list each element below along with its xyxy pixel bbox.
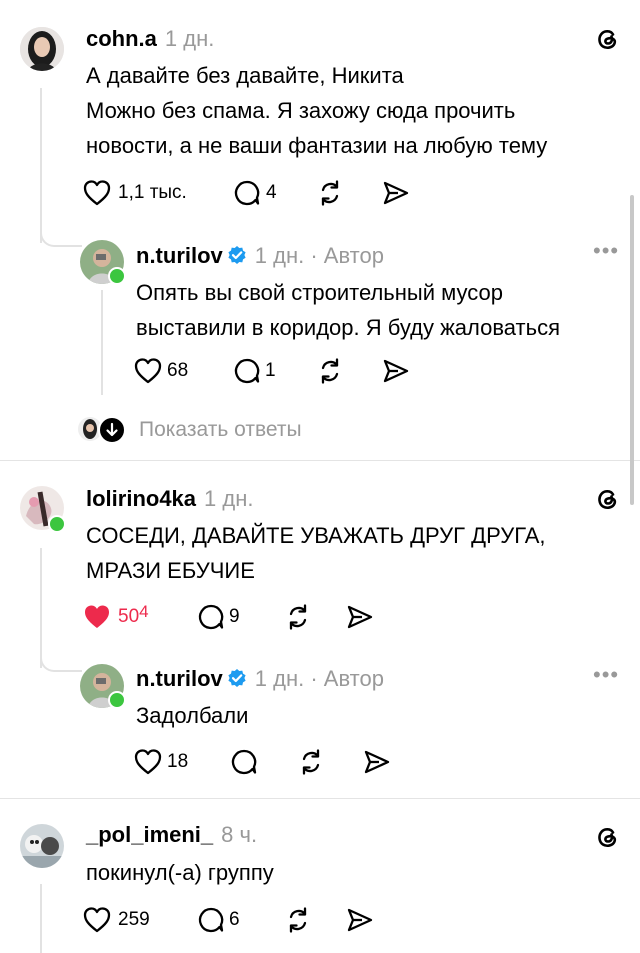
reply-text: Задолбали xyxy=(136,703,249,728)
arrow-down-icon[interactable] xyxy=(98,416,126,444)
repost-button[interactable] xyxy=(296,747,326,777)
share-button[interactable] xyxy=(345,905,375,935)
share-button[interactable] xyxy=(381,356,411,386)
comment-icon xyxy=(196,905,226,935)
share-button[interactable] xyxy=(381,178,411,208)
thread-connector xyxy=(40,225,82,247)
online-indicator xyxy=(48,515,66,533)
more-icon[interactable]: ••• xyxy=(593,662,619,688)
share-icon xyxy=(381,178,411,208)
repost-icon xyxy=(315,356,345,386)
comment-icon xyxy=(232,178,262,208)
comment-button[interactable]: 9 xyxy=(196,602,240,632)
verified-icon xyxy=(227,245,247,265)
post-username[interactable]: _pol_imeni_ 8 ч. xyxy=(86,822,257,848)
like-button[interactable]: 259 xyxy=(82,905,150,935)
comment-icon xyxy=(232,356,262,386)
repost-icon xyxy=(283,905,313,935)
share-icon xyxy=(381,356,411,386)
post-time: 1 дн. xyxy=(204,486,254,511)
post-time: 8 ч. xyxy=(221,822,258,847)
verified-icon xyxy=(227,668,247,688)
share-button[interactable] xyxy=(345,602,375,632)
share-icon xyxy=(362,747,392,777)
post-text: СОСЕДИ, ДАВАЙТЕ УВАЖАТЬ ДРУГ ДРУГА, МРАЗ… xyxy=(86,523,546,583)
reply-text: Опять вы свой строительный мусор выстави… xyxy=(136,280,560,340)
post-text: А давайте без давайте, Никита Можно без … xyxy=(86,63,548,158)
repost-button[interactable] xyxy=(283,602,313,632)
thread-line xyxy=(40,88,42,243)
reply-time: 1 дн. · Автор xyxy=(254,243,384,268)
comment-button[interactable] xyxy=(229,747,259,777)
share-button[interactable] xyxy=(362,747,392,777)
threads-logo-icon[interactable] xyxy=(592,24,622,54)
heart-icon xyxy=(82,905,112,935)
heart-icon xyxy=(82,178,112,208)
post-username[interactable]: cohn.a 1 дн. xyxy=(86,26,214,52)
thread-connector xyxy=(40,650,82,672)
divider xyxy=(0,460,640,461)
share-icon xyxy=(345,602,375,632)
online-indicator xyxy=(108,267,126,285)
like-button[interactable]: 18 xyxy=(133,747,188,777)
share-icon xyxy=(345,905,375,935)
comment-button[interactable]: 4 xyxy=(232,178,277,208)
repost-icon xyxy=(296,747,326,777)
like-button[interactable]: 68 xyxy=(133,356,188,386)
reply-username[interactable]: n.turilov 1 дн. · Автор xyxy=(136,666,384,692)
comment-button[interactable]: 6 xyxy=(196,905,240,935)
post-username[interactable]: lolirino4ka 1 дн. xyxy=(86,486,254,512)
repost-button[interactable] xyxy=(315,178,345,208)
scrollbar[interactable] xyxy=(630,195,634,505)
like-button[interactable]: 1,1 тыс. xyxy=(82,178,187,208)
threads-logo-icon[interactable] xyxy=(592,484,622,514)
comment-icon xyxy=(229,747,259,777)
thread-line xyxy=(40,884,42,953)
heart-icon xyxy=(133,356,163,386)
like-button[interactable]: 50 4 xyxy=(82,602,149,632)
heart-icon xyxy=(133,747,163,777)
divider xyxy=(0,798,640,799)
reply-username[interactable]: n.turilov 1 дн. · Автор xyxy=(136,243,384,269)
repost-button[interactable] xyxy=(283,905,313,935)
show-replies-link[interactable]: Показать ответы xyxy=(139,418,302,442)
repost-icon xyxy=(315,178,345,208)
thread-line xyxy=(101,290,103,395)
comment-button[interactable]: 1 xyxy=(232,356,276,386)
threads-logo-icon[interactable] xyxy=(592,822,622,852)
online-indicator xyxy=(108,691,126,709)
post-text: покинул(-а) группу xyxy=(86,860,274,885)
avatar[interactable] xyxy=(20,27,64,71)
heart-icon xyxy=(82,602,112,632)
avatar[interactable] xyxy=(20,824,64,868)
more-icon[interactable]: ••• xyxy=(593,238,619,264)
post-time: 1 дн. xyxy=(164,26,215,51)
comment-icon xyxy=(196,602,226,632)
repost-button[interactable] xyxy=(315,356,345,386)
reply-time: 1 дн. · Автор xyxy=(254,666,384,691)
repost-icon xyxy=(283,602,313,632)
